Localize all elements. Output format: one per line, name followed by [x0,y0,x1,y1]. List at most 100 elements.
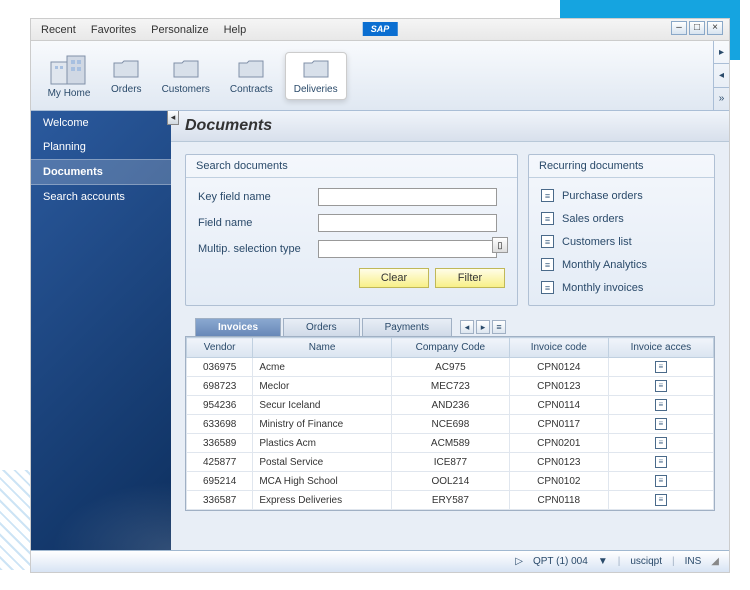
folder-icon [237,57,265,81]
sidebar-decoration [31,470,171,550]
document-icon: ≡ [541,258,554,271]
nav-left-icon[interactable]: ◂ [714,64,729,87]
tab-deliveries[interactable]: Deliveries [285,52,347,100]
sidebar-item-documents[interactable]: Documents [31,159,171,185]
col-name[interactable]: Name [253,338,392,358]
cell-invoice: CPN0118 [509,491,608,510]
recurring-item[interactable]: ≡ Purchase orders [533,184,710,207]
cell-name: Express Deliveries [253,491,392,510]
filter-button[interactable]: Filter [435,268,505,288]
invoices-table: Vendor Name Company Code Invoice code In… [185,336,715,511]
field-name-label: Field name [198,217,318,229]
cell-access[interactable]: ≡ [608,453,713,472]
table-row[interactable]: 036975 Acme AC975 CPN0124 ≡ [187,358,714,377]
tab-list-icon[interactable]: ≡ [492,320,506,334]
tab-payments[interactable]: Payments [362,318,452,336]
window-controls: – □ × [671,21,723,35]
nav-expand-icon[interactable]: » [714,88,729,111]
sidebar-item-search-accounts[interactable]: Search accounts [31,185,171,209]
recurring-item[interactable]: ≡Customers list [533,230,710,253]
col-access[interactable]: Invoice acces [608,338,713,358]
status-user: usciqpt [630,556,662,567]
access-icon[interactable]: ≡ [655,494,667,506]
menu-favorites[interactable]: Favorites [91,24,136,36]
tab-contracts[interactable]: Contracts [222,53,281,99]
cell-access[interactable]: ≡ [608,377,713,396]
access-icon[interactable]: ≡ [655,399,667,411]
recurring-label: Purchase orders [562,190,643,202]
tab-orders[interactable]: Orders [103,53,150,99]
tab-orders-label: Orders [111,84,142,95]
content-area: ◂ Welcome Planning Documents Search acco… [31,111,729,550]
multi-sel-input[interactable] [318,240,497,258]
data-tabs-strip: Invoices Orders Payments ◂ ▸ ≡ [171,318,729,336]
panels-row: Search documents Key field name Field na… [171,142,729,312]
access-icon[interactable]: ≡ [655,456,667,468]
cell-access[interactable]: ≡ [608,358,713,377]
menu-recent[interactable]: Recent [41,24,76,36]
status-dropdown-icon[interactable]: ▼ [598,556,608,567]
cell-access[interactable]: ≡ [608,434,713,453]
sidebar-collapse-icon[interactable]: ◂ [167,111,179,125]
cell-invoice: CPN0114 [509,396,608,415]
status-resize-icon[interactable]: ◢ [711,556,719,567]
cell-invoice: CPN0201 [509,434,608,453]
maximize-icon[interactable]: □ [689,21,705,35]
table-row[interactable]: 336587 Express Deliveries ERY587 CPN0118… [187,491,714,510]
status-play-icon[interactable]: ▷ [515,556,523,567]
value-help-icon[interactable]: ▯ [492,237,508,253]
recurring-item[interactable]: ≡Sales orders [533,207,710,230]
menu-help[interactable]: Help [224,24,247,36]
cell-access[interactable]: ≡ [608,491,713,510]
col-invoice[interactable]: Invoice code [509,338,608,358]
cell-company: MEC723 [391,377,509,396]
menu-personalize[interactable]: Personalize [151,24,208,36]
col-vendor[interactable]: Vendor [187,338,253,358]
tab-prev-icon[interactable]: ◂ [460,320,474,334]
access-icon[interactable]: ≡ [655,418,667,430]
table-row[interactable]: 425877 Postal Service ICE877 CPN0123 ≡ [187,453,714,472]
sidebar-item-planning[interactable]: Planning [31,135,171,159]
recurring-item[interactable]: ≡Monthly Analytics [533,253,710,276]
tab-home[interactable]: My Home [39,48,99,103]
cell-name: Ministry of Finance [253,415,392,434]
key-field-label: Key field name [198,191,318,203]
field-name-input[interactable] [318,214,497,232]
tab-next-icon[interactable]: ▸ [476,320,490,334]
tab-nav-arrows: ▸ ◂ » [713,41,729,111]
cell-company: ERY587 [391,491,509,510]
minimize-icon[interactable]: – [671,21,687,35]
tab-customers[interactable]: Customers [154,53,218,99]
table-row[interactable]: 954236 Secur Iceland AND236 CPN0114 ≡ [187,396,714,415]
tab-orders-data[interactable]: Orders [283,318,360,336]
access-icon[interactable]: ≡ [655,475,667,487]
table-row[interactable]: 633698 Ministry of Finance NCE698 CPN011… [187,415,714,434]
tab-invoices[interactable]: Invoices [195,318,281,336]
table-row[interactable]: 336589 Plastics Acm ACM589 CPN0201 ≡ [187,434,714,453]
nav-right-icon[interactable]: ▸ [714,41,729,64]
cell-access[interactable]: ≡ [608,415,713,434]
cell-access[interactable]: ≡ [608,472,713,491]
cell-access[interactable]: ≡ [608,396,713,415]
multi-sel-label: Multip. selection type [198,243,318,255]
table-row[interactable]: 695214 MCA High School OOL214 CPN0102 ≡ [187,472,714,491]
recurring-item[interactable]: ≡Monthly invoices [533,276,710,299]
folder-icon [172,57,200,81]
recurring-label: Customers list [562,236,632,248]
close-icon[interactable]: × [707,21,723,35]
cell-company: OOL214 [391,472,509,491]
key-field-input[interactable] [318,188,497,206]
cell-vendor: 036975 [187,358,253,377]
table-row[interactable]: 698723 Meclor MEC723 CPN0123 ≡ [187,377,714,396]
cell-vendor: 695214 [187,472,253,491]
cell-invoice: CPN0124 [509,358,608,377]
access-icon[interactable]: ≡ [655,380,667,392]
access-icon[interactable]: ≡ [655,361,667,373]
sidebar-item-welcome[interactable]: Welcome [31,111,171,135]
document-icon: ≡ [541,189,554,202]
clear-button[interactable]: Clear [359,268,429,288]
col-company[interactable]: Company Code [391,338,509,358]
recurring-title: Recurring documents [529,155,714,178]
access-icon[interactable]: ≡ [655,437,667,449]
cell-company: ACM589 [391,434,509,453]
